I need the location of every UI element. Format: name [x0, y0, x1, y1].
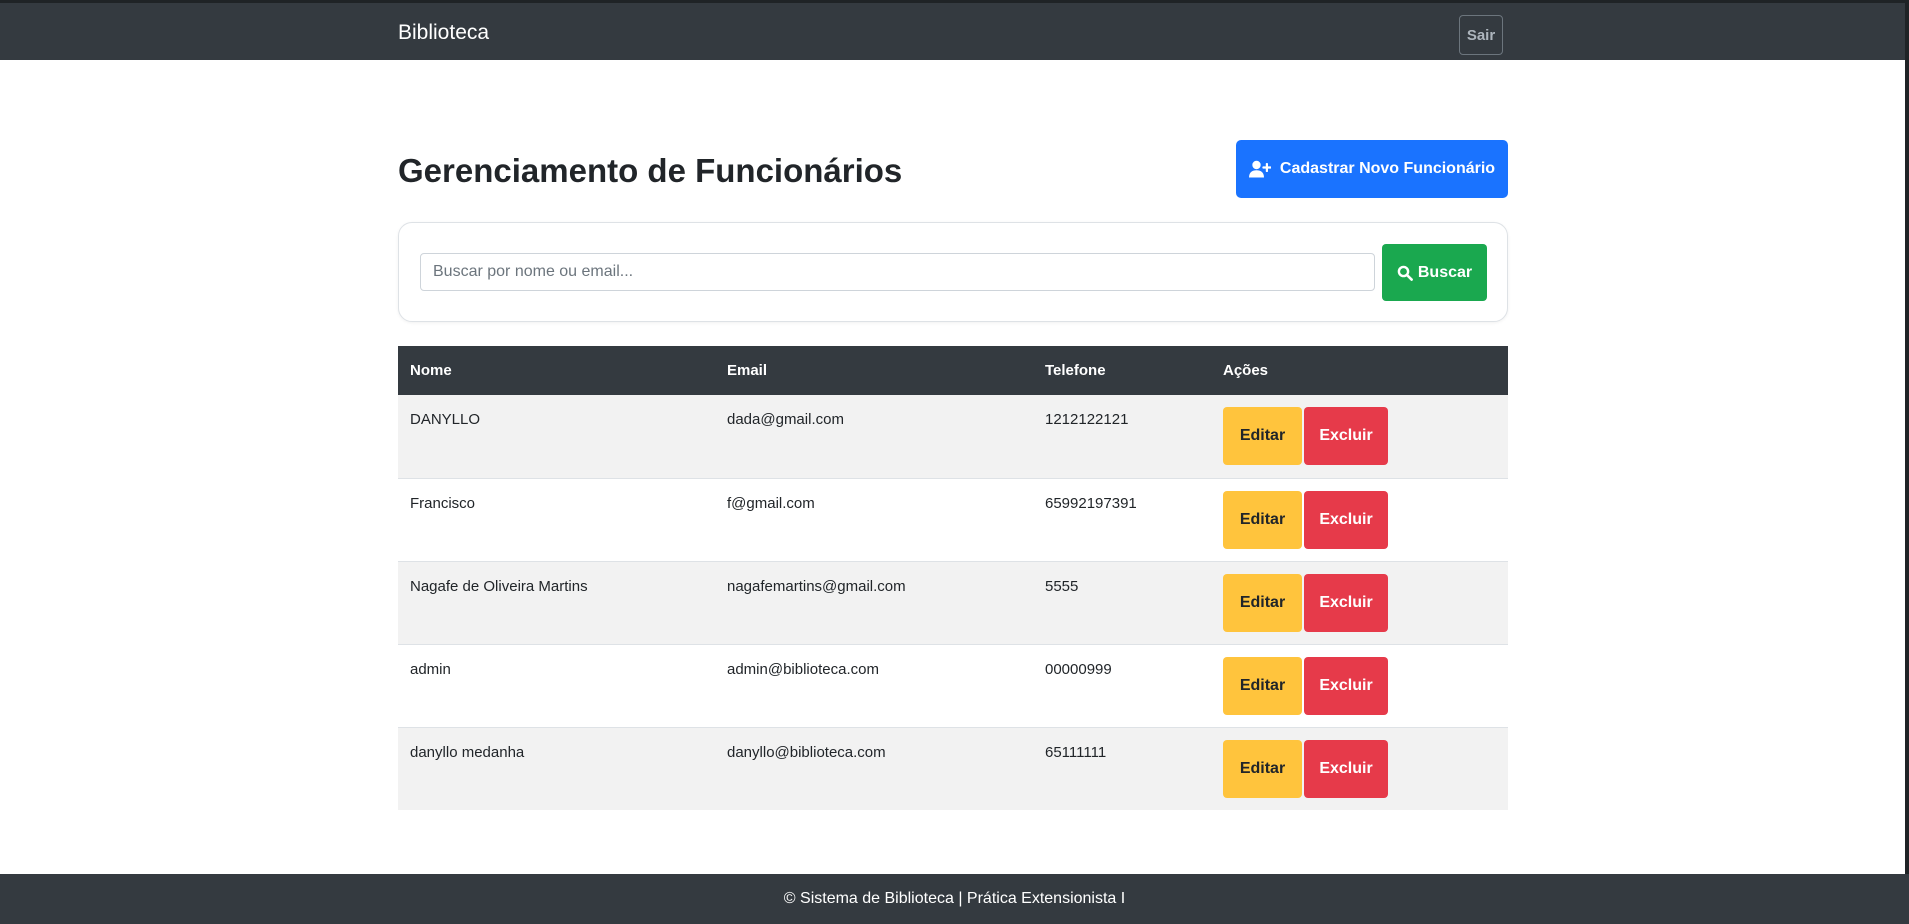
- page-title: Gerenciamento de Funcionários: [398, 152, 903, 189]
- table-row: DANYLLO dada@gmail.com 1212122121 Editar…: [398, 395, 1508, 478]
- cell-name: Francisco: [410, 494, 476, 512]
- column-header-phone: Telefone: [1045, 362, 1106, 379]
- cell-phone: 00000999: [1045, 660, 1112, 678]
- edit-button[interactable]: Editar: [1223, 407, 1302, 465]
- column-header-actions: Ações: [1223, 362, 1269, 379]
- search-button[interactable]: Buscar: [1382, 244, 1487, 301]
- edit-button[interactable]: Editar: [1223, 656, 1302, 715]
- edit-button[interactable]: Editar: [1223, 490, 1302, 549]
- search-button-label: Buscar: [1417, 263, 1473, 281]
- edit-button[interactable]: Editar: [1223, 739, 1302, 798]
- table-row: Nagafe de Oliveira Martins nagafemartins…: [398, 561, 1508, 644]
- delete-button[interactable]: Excluir: [1304, 573, 1388, 632]
- delete-button[interactable]: Excluir: [1304, 656, 1388, 715]
- window-edge: [1905, 0, 1909, 924]
- cell-email: danyllo@biblioteca.com: [727, 743, 886, 761]
- delete-button[interactable]: Excluir: [1304, 407, 1388, 465]
- cell-phone: 5555: [1045, 577, 1079, 595]
- cell-phone: 65111111: [1045, 743, 1107, 761]
- cell-email: admin@biblioteca.com: [727, 660, 879, 678]
- navbar: Biblioteca Sair: [0, 0, 1909, 60]
- search-input[interactable]: [420, 253, 1375, 291]
- table-row: Francisco f@gmail.com 65992197391 Editar…: [398, 478, 1508, 561]
- search-card: Buscar: [398, 222, 1508, 322]
- cell-actions: Editar Excluir: [1211, 561, 1508, 644]
- cell-name: danyllo medanha: [410, 743, 525, 761]
- delete-button[interactable]: Excluir: [1304, 490, 1388, 549]
- logout-button[interactable]: Sair: [1459, 15, 1503, 55]
- cell-phone: 65992197391: [1045, 494, 1137, 512]
- employees-table: Nome Email Telefone Ações DANYLLO dada@g…: [398, 346, 1508, 810]
- cell-phone: 1212122121: [1045, 411, 1129, 428]
- delete-button[interactable]: Excluir: [1304, 739, 1388, 798]
- add-employee-button[interactable]: Cadastrar Novo Funcionário: [1236, 140, 1508, 198]
- cell-name: DANYLLO: [410, 411, 481, 428]
- footer: © Sistema de Biblioteca | Prática Extens…: [0, 874, 1909, 924]
- cell-name: Nagafe de Oliveira Martins: [410, 577, 588, 595]
- add-employee-label: Cadastrar Novo Funcionário: [1279, 160, 1496, 177]
- table-row: danyllo medanha danyllo@biblioteca.com 6…: [398, 727, 1508, 810]
- search-icon: [1397, 265, 1413, 281]
- column-header-name: Nome: [410, 362, 452, 379]
- cell-email: nagafemartins@gmail.com: [727, 577, 906, 595]
- edit-button[interactable]: Editar: [1223, 573, 1302, 632]
- table-row: admin admin@biblioteca.com 00000999 Edit…: [398, 644, 1508, 727]
- cell-email: f@gmail.com: [727, 494, 815, 512]
- cell-actions: Editar Excluir: [1211, 478, 1508, 561]
- user-plus-icon: [1248, 160, 1271, 178]
- table-header-row: Nome Email Telefone Ações: [398, 346, 1508, 395]
- cell-email: dada@gmail.com: [727, 411, 844, 428]
- cell-name: admin: [410, 660, 451, 678]
- cell-actions: Editar Excluir: [1211, 395, 1508, 478]
- cell-actions: Editar Excluir: [1211, 644, 1508, 727]
- cell-actions: Editar Excluir: [1211, 727, 1508, 810]
- navbar-brand[interactable]: Biblioteca: [398, 21, 489, 45]
- column-header-email: Email: [727, 362, 768, 379]
- footer-text: © Sistema de Biblioteca | Prática Extens…: [783, 890, 1126, 907]
